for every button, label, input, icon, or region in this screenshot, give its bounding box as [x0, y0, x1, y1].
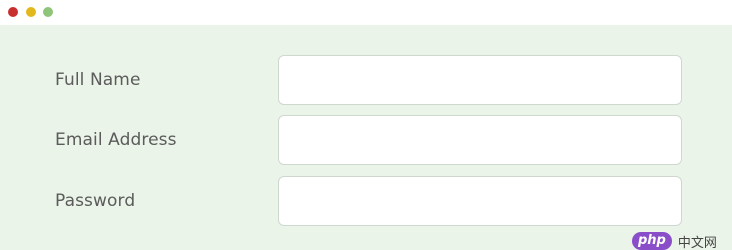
full-name-input[interactable] — [278, 55, 682, 105]
form-row-full-name: Full Name — [0, 55, 732, 105]
password-label: Password — [55, 191, 136, 211]
minimize-window-icon[interactable] — [26, 7, 36, 17]
title-bar — [0, 0, 732, 25]
app-window: Full Name Email Address Password php 中文网 — [0, 0, 732, 250]
email-address-input[interactable] — [278, 115, 682, 165]
signup-form: Full Name Email Address Password — [0, 25, 732, 250]
site-watermark: php 中文网 — [632, 232, 717, 250]
close-window-icon[interactable] — [8, 7, 18, 17]
form-row-email: Email Address — [0, 115, 732, 165]
watermark-text: 中文网 — [677, 235, 717, 250]
password-input[interactable] — [278, 176, 682, 226]
form-row-password: Password — [0, 176, 732, 226]
zoom-window-icon[interactable] — [43, 7, 53, 17]
full-name-label: Full Name — [55, 70, 141, 90]
email-address-label: Email Address — [55, 130, 177, 150]
watermark-badge: php — [632, 232, 672, 250]
